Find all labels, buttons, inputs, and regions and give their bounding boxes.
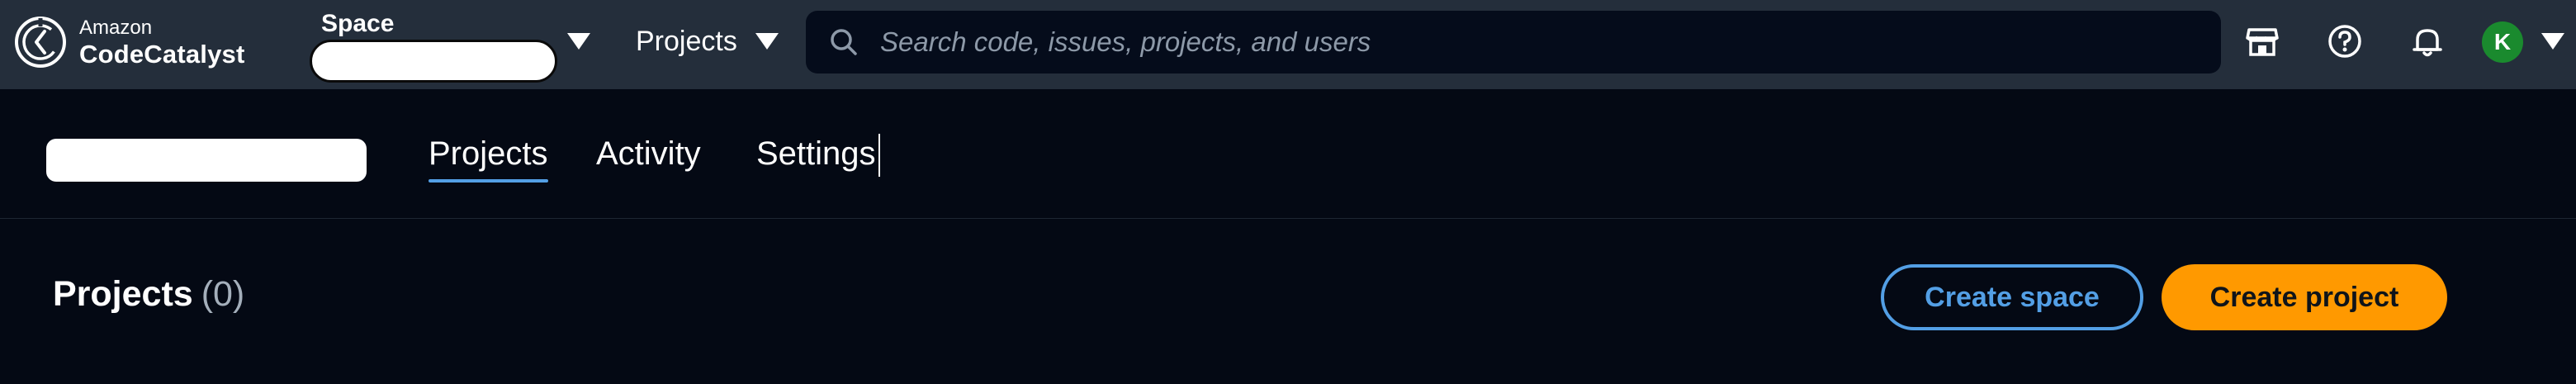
help-icon[interactable] bbox=[2322, 18, 2368, 64]
projects-dropdown-label: Projects bbox=[636, 25, 737, 57]
marketplace-icon-glyph bbox=[2246, 28, 2279, 56]
tab-projects[interactable]: Projects bbox=[429, 135, 548, 183]
text-cursor bbox=[878, 134, 880, 177]
chevron-down-icon[interactable] bbox=[2541, 33, 2564, 50]
marketplace-icon[interactable] bbox=[2239, 18, 2285, 64]
create-space-button[interactable]: Create space bbox=[1881, 264, 2143, 330]
page-title-text: Projects bbox=[53, 274, 193, 314]
top-navigation-bar: Amazon CodeCatalyst Space Projects Searc… bbox=[0, 0, 2576, 89]
tab-settings[interactable]: Settings bbox=[756, 135, 876, 173]
project-count: (0) bbox=[201, 274, 245, 314]
search-icon bbox=[831, 29, 857, 55]
user-avatar[interactable]: K bbox=[2482, 21, 2523, 63]
space-navigation: Projects Activity Settings bbox=[0, 89, 2576, 219]
space-name[interactable] bbox=[46, 139, 367, 182]
space-selector-value[interactable] bbox=[310, 40, 557, 83]
codecatalyst-logo-icon bbox=[15, 17, 66, 68]
brand-company: Amazon bbox=[79, 16, 153, 39]
space-selector[interactable]: Space bbox=[310, 7, 590, 83]
chevron-down-icon[interactable] bbox=[567, 33, 590, 50]
space-selector-label: Space bbox=[321, 10, 395, 37]
tab-activity[interactable]: Activity bbox=[596, 135, 701, 173]
search-input[interactable] bbox=[878, 26, 2166, 59]
brand-product: CodeCatalyst bbox=[79, 39, 245, 69]
help-icon-glyph bbox=[2328, 25, 2361, 58]
projects-header: Projects (0) Create space Create project bbox=[0, 220, 2576, 384]
global-search[interactable] bbox=[806, 11, 2221, 73]
page-title: Projects (0) bbox=[53, 274, 244, 315]
projects-dropdown[interactable]: Projects bbox=[636, 20, 779, 63]
notifications-icon[interactable] bbox=[2404, 18, 2451, 64]
codecatalyst-logo[interactable]: Amazon CodeCatalyst bbox=[13, 15, 245, 69]
create-project-button[interactable]: Create project bbox=[2162, 264, 2447, 330]
chevron-down-icon bbox=[755, 33, 779, 50]
bell-icon bbox=[2413, 29, 2442, 57]
